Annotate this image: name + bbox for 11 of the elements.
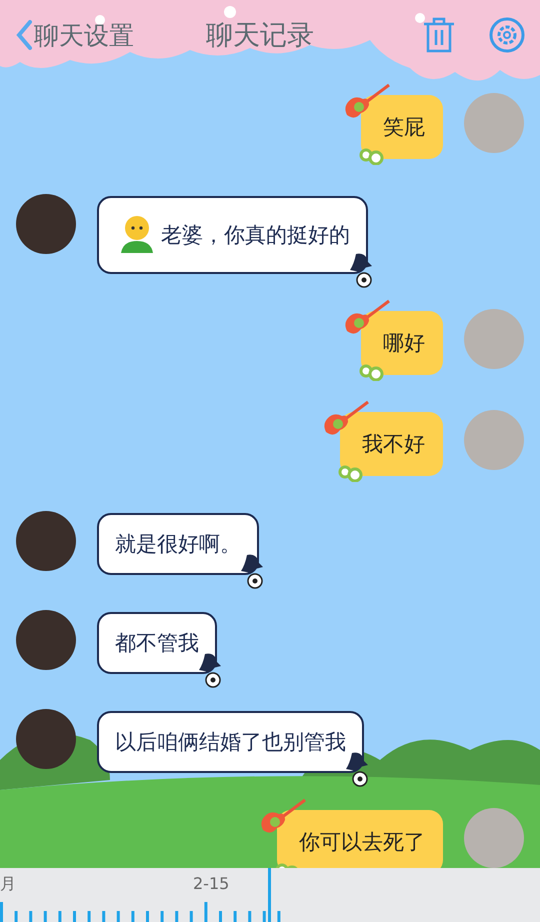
timeline-bar[interactable]: 月 2-15 [0,868,540,922]
rings-icon [359,363,385,381]
settings-icon[interactable] [488,16,526,54]
rings-icon [359,147,385,165]
date-label: 2-15 [193,874,230,893]
month-label: 月 [0,874,16,895]
chevron-left-icon [16,20,32,50]
rings-icon [338,464,364,482]
timeline-cursor[interactable] [268,868,271,922]
back-link[interactable]: 聊天设置 [16,18,134,52]
screen-title: 聊天记录 [206,19,314,53]
